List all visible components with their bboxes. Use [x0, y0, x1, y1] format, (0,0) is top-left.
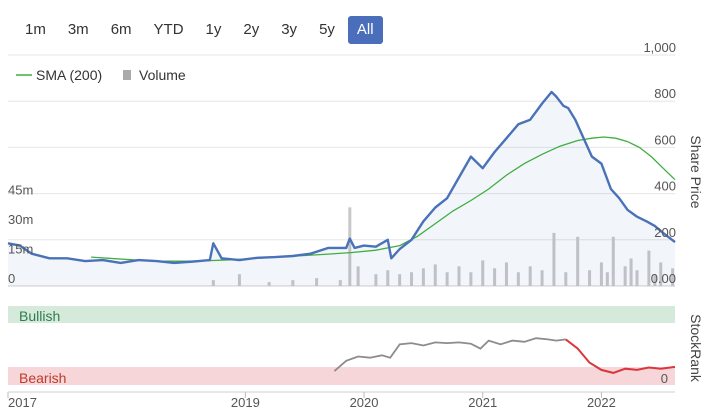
legend-sma-label[interactable]: SMA (200): [36, 67, 102, 83]
bearish-label: Bearish: [19, 370, 66, 386]
price-tick-label: 600: [654, 132, 676, 147]
bullish-band: [8, 306, 675, 323]
price-tick-label: 800: [654, 86, 676, 101]
x-tick-label: 2020: [350, 395, 379, 409]
stockrank-axis-title: StockRank: [688, 314, 704, 383]
legend-volume-swatch: [123, 70, 131, 80]
volume-tick-label: 15m: [8, 242, 33, 257]
x-tick-label: 2017: [8, 395, 37, 409]
bearish-band: [8, 367, 675, 385]
x-tick-label: 2021: [468, 395, 497, 409]
bullish-label: Bullish: [19, 308, 60, 324]
x-axis-ticks: 2017 2019 2020 2021 2022: [7, 392, 616, 409]
price-tick-label: 1,000: [643, 40, 676, 55]
stockrank-line: [333, 337, 566, 372]
stock-chart: SMA (200) Volume 1,000 800 600 400 200 0.00 4…: [7, 40, 704, 409]
legend-volume-label[interactable]: Volume: [139, 67, 186, 83]
stockrank-tick-0: 0: [661, 371, 668, 386]
price-tick-label: 200: [654, 225, 676, 240]
price-axis-title: Share Price: [688, 135, 704, 208]
x-tick-label: 2019: [231, 395, 260, 409]
volume-tick-label: 30m: [8, 212, 33, 227]
volume-tick-label: 0: [8, 271, 15, 286]
x-tick-label: 2022: [587, 395, 616, 409]
price-tick-label: 400: [654, 179, 676, 194]
volume-tick-label: 45m: [8, 183, 33, 198]
legend: SMA (200) Volume: [16, 67, 186, 83]
price-tick-label: 0.00: [651, 271, 676, 286]
